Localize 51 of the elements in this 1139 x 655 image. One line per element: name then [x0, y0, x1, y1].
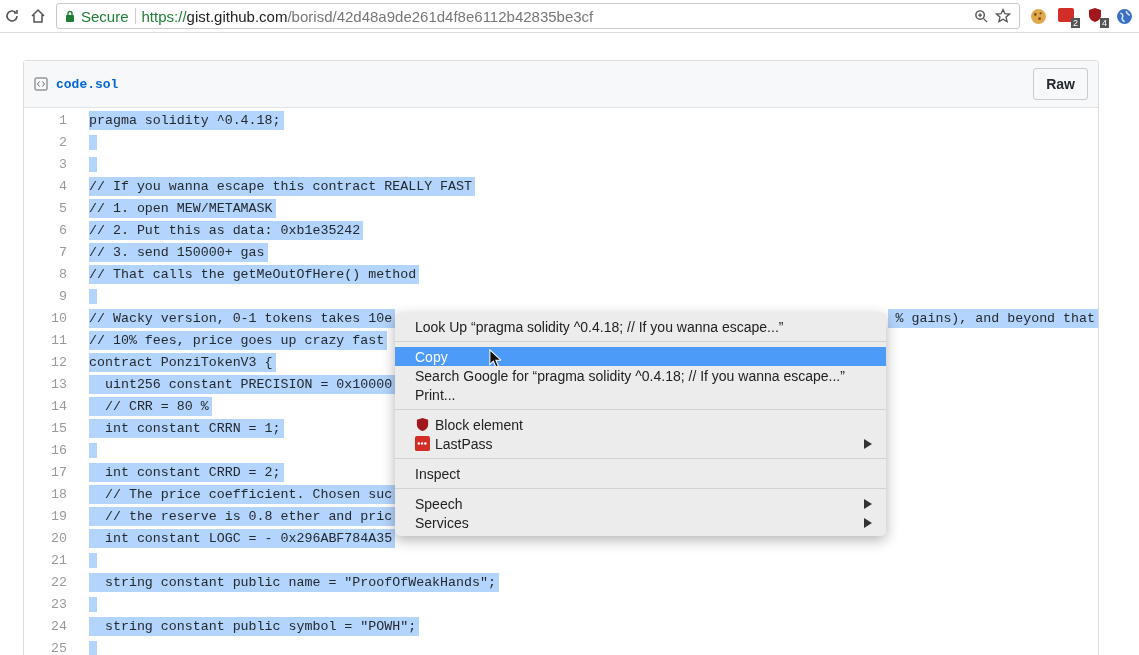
line-number: 4 — [58, 178, 67, 194]
lastpass-icon — [415, 436, 430, 451]
shield-icon — [415, 417, 430, 432]
globe-icon[interactable] — [1116, 7, 1133, 25]
line-number: 24 — [50, 618, 67, 634]
menu-item[interactable]: Inspect — [395, 464, 886, 483]
menu-item[interactable]: Print... — [395, 385, 886, 404]
line-number: 22 — [50, 574, 67, 590]
line-number: 20 — [50, 530, 67, 546]
cookie-icon[interactable] — [1030, 7, 1047, 25]
line-number: 3 — [58, 156, 67, 172]
line-number: 7 — [58, 244, 67, 260]
line-number: 25 — [50, 640, 67, 655]
line-number: 12 — [50, 354, 67, 370]
line-number: 11 — [50, 332, 67, 348]
menu-item[interactable]: Services — [395, 513, 886, 532]
line-number: 8 — [58, 266, 67, 282]
line-number: 14 — [50, 398, 67, 414]
line-number: 5 — [58, 200, 67, 216]
line-number: 6 — [58, 222, 67, 238]
line-number: 2 — [58, 134, 67, 150]
menu-item[interactable]: Search Google for “pragma solidity ^0.4.18; // If you wanna escape...” — [395, 366, 886, 385]
menu-item[interactable]: Speech — [395, 494, 886, 513]
badge-count: 2 — [1071, 18, 1080, 28]
raw-button[interactable]: Raw — [1033, 68, 1088, 100]
star-icon[interactable] — [995, 8, 1011, 24]
mouse-pointer-icon — [489, 349, 501, 368]
menu-item[interactable]: LastPass — [395, 434, 886, 453]
home-icon[interactable] — [30, 8, 46, 24]
line-number: 18 — [50, 486, 67, 502]
secure-label: Secure — [81, 7, 129, 25]
url-text: https://gist.github.com/borisd/42d48a9de261d4f8e6112b42835be3cf — [141, 7, 594, 25]
line-number: 15 — [50, 420, 67, 436]
line-number: 10 — [50, 310, 67, 326]
line-number: 1 — [58, 112, 67, 128]
menu-item[interactable]: Look Up “pragma solidity ^0.4.18; // If you wanna escape...” — [395, 317, 886, 336]
line-number: 9 — [58, 288, 67, 304]
line-number: 13 — [50, 376, 67, 392]
line-number: 16 — [50, 442, 67, 458]
code-file-icon — [34, 77, 48, 91]
zoom-icon[interactable] — [974, 8, 989, 24]
badge-count: 4 — [1100, 18, 1109, 28]
line-number: 21 — [50, 552, 67, 568]
file-name-link[interactable]: code.sol — [56, 76, 119, 92]
line-number: 17 — [50, 464, 67, 480]
line-number: 19 — [50, 508, 67, 524]
menu-item[interactable]: Block element — [395, 415, 886, 434]
reload-icon[interactable] — [4, 8, 20, 24]
line-number: 23 — [50, 596, 67, 612]
address-bar[interactable]: Secure https://gist.github.com/borisd/42d48a9de261d4f8e6112b42835be3cf — [56, 3, 1020, 29]
lock-icon — [65, 10, 75, 22]
